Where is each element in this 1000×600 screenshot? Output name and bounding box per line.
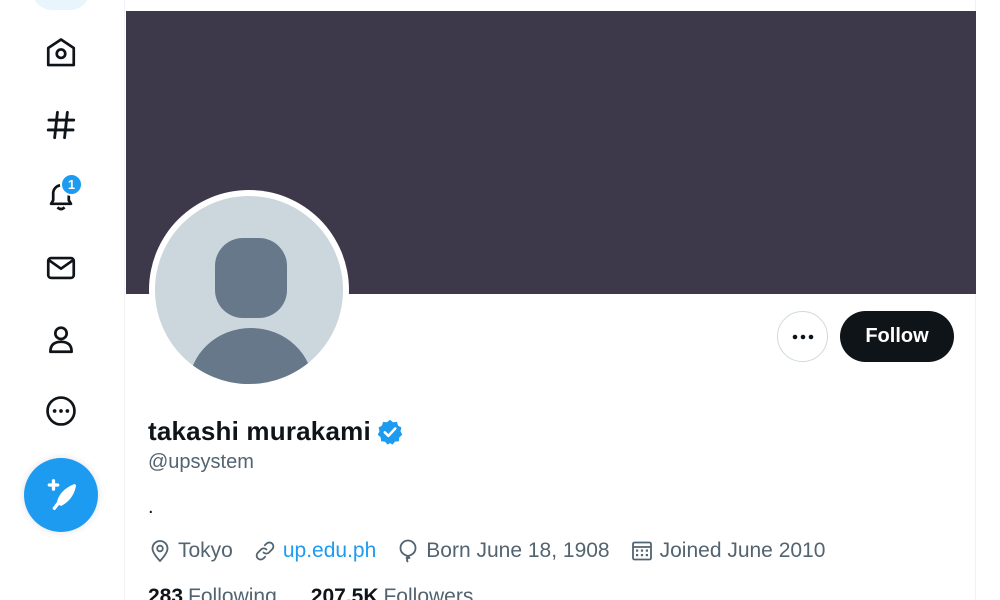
profile-column: Follow takashi murakami @upsystem . Toky… xyxy=(124,0,976,600)
hashtag-icon xyxy=(46,110,76,140)
birthday-item: Born June 18, 1908 xyxy=(396,539,610,563)
user-icon xyxy=(49,326,73,354)
location-text: Tokyo xyxy=(178,539,233,562)
followers-count: 207.5K xyxy=(310,585,379,600)
profile-page: 1 Follow takashi murakami @upsystem . To… xyxy=(0,0,1000,600)
balloon-icon xyxy=(399,539,417,563)
following-count: 283 xyxy=(148,585,184,600)
nav-more[interactable] xyxy=(35,385,87,437)
notifications-badge: 1 xyxy=(60,173,83,196)
default-profile-icon xyxy=(189,238,313,384)
profile-meta: Tokyo up.edu.ph Born June 18, 1908 Joine… xyxy=(148,539,845,563)
nav-messages[interactable] xyxy=(35,242,87,294)
ellipsis-icon xyxy=(792,334,813,339)
more-circle-icon xyxy=(46,396,76,426)
followers-link[interactable]: 207.5K Followers xyxy=(311,585,474,600)
location-pin-icon xyxy=(151,540,169,562)
nav-logo-highlight[interactable] xyxy=(32,0,90,10)
joined-item: Joined June 2010 xyxy=(630,539,826,563)
following-label: Following xyxy=(188,585,277,600)
follow-button[interactable]: Follow xyxy=(840,311,954,362)
name-row: takashi murakami xyxy=(148,416,404,447)
website-item: up.edu.ph xyxy=(253,539,376,563)
profile-stats: 283 Following 207.5K Followers xyxy=(148,585,507,600)
following-link[interactable]: 283 Following xyxy=(148,585,277,600)
profile-handle: @upsystem xyxy=(148,451,254,473)
profile-bio: . xyxy=(148,496,154,518)
profile-more-button[interactable] xyxy=(777,311,828,362)
birthday-text: Born June 18, 1908 xyxy=(426,539,610,562)
compose-tweet-button[interactable] xyxy=(24,458,98,532)
default-avatar-image xyxy=(155,196,343,384)
nav-explore[interactable] xyxy=(35,99,87,151)
display-name: takashi murakami xyxy=(148,416,371,446)
nav-home[interactable] xyxy=(35,27,87,79)
followers-label: Followers xyxy=(383,585,474,600)
joined-text: Joined June 2010 xyxy=(659,539,826,562)
verified-badge-icon[interactable] xyxy=(376,418,404,446)
calendar-icon xyxy=(631,541,652,561)
link-icon xyxy=(255,541,275,561)
nav-notifications[interactable]: 1 xyxy=(35,170,87,222)
mail-icon xyxy=(46,256,76,280)
profile-avatar[interactable] xyxy=(149,190,349,390)
website-link[interactable]: up.edu.ph xyxy=(283,539,376,563)
feather-plus-icon xyxy=(47,479,77,510)
sidebar-nav: 1 xyxy=(0,0,124,600)
home-icon xyxy=(46,38,76,67)
nav-profile[interactable] xyxy=(35,313,87,365)
location-item: Tokyo xyxy=(148,539,233,563)
